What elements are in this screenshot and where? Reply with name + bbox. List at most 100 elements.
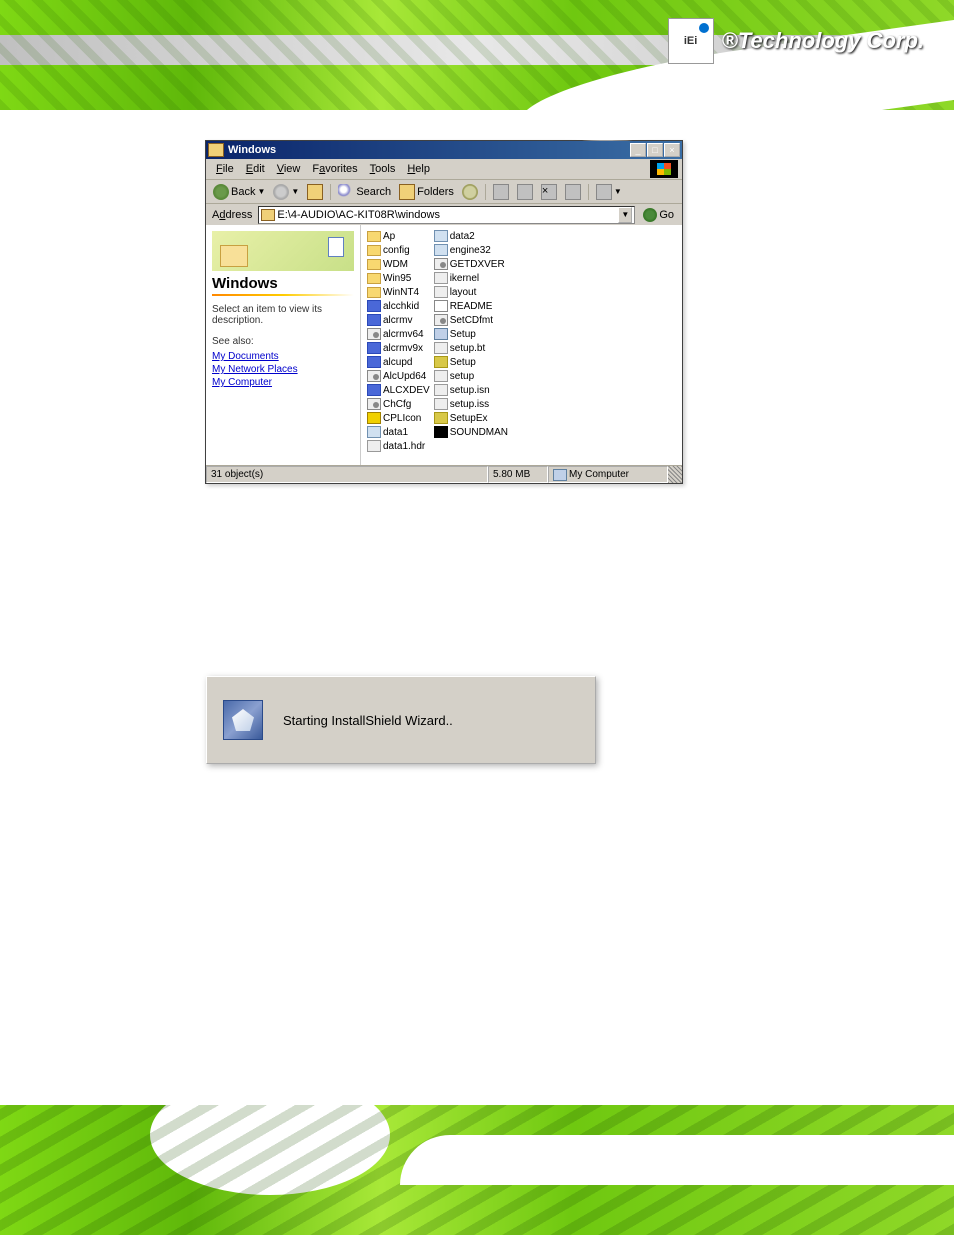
see-also-label: See also: — [212, 336, 354, 347]
file-item[interactable]: data2 — [434, 229, 508, 243]
file-item[interactable]: Win95 — [367, 271, 430, 285]
exe-icon — [367, 342, 381, 354]
file-item[interactable]: GETDXVER — [434, 257, 508, 271]
file-column: ApconfigWDMWin95WinNT4 alcchkidalcrmv alcr… — [367, 229, 430, 461]
go-arrow-icon — [643, 208, 657, 222]
info-pane-divider — [212, 294, 354, 296]
file-item[interactable]: alcrmv64 — [367, 327, 430, 341]
file-item[interactable]: data1.hdr — [367, 439, 430, 453]
history-icon — [462, 184, 478, 200]
setup-icon — [434, 328, 448, 340]
file-item[interactable]: WDM — [367, 257, 430, 271]
file-item[interactable]: ALCXDEV — [367, 383, 430, 397]
search-button[interactable]: Search — [335, 182, 394, 202]
brand-logo-dot-icon — [699, 23, 709, 33]
go-label: Go — [659, 209, 674, 221]
link-my-network-places[interactable]: My Network Places — [212, 364, 354, 375]
minimize-button[interactable]: _ — [630, 143, 646, 157]
file-item[interactable]: setup.bt — [434, 341, 508, 355]
file-item[interactable]: setup — [434, 369, 508, 383]
file-name: alcchkid — [383, 301, 419, 312]
file-item[interactable]: SOUNDMAN — [434, 425, 508, 439]
back-arrow-icon — [213, 184, 229, 200]
forward-button[interactable]: ▼ — [270, 182, 302, 202]
gen-icon — [434, 342, 448, 354]
menu-edit[interactable]: Edit — [240, 161, 271, 177]
folder-icon — [208, 143, 224, 157]
views-icon — [596, 184, 612, 200]
file-item[interactable]: Setup — [434, 327, 508, 341]
exe-icon — [367, 356, 381, 368]
moveto-button[interactable] — [490, 182, 512, 202]
status-size: 5.80 MB — [488, 466, 548, 483]
menu-file[interactable]: File — [210, 161, 240, 177]
address-input[interactable] — [277, 209, 616, 221]
go-button[interactable]: Go — [639, 208, 678, 222]
maximize-button[interactable]: □ — [647, 143, 663, 157]
search-icon — [338, 184, 354, 200]
copyto-icon — [517, 184, 533, 200]
history-button[interactable] — [459, 182, 481, 202]
file-item[interactable]: layout — [434, 285, 508, 299]
file-item[interactable]: alcupd — [367, 355, 430, 369]
views-button[interactable]: ▼ — [593, 182, 625, 202]
windows-flag-icon — [650, 160, 678, 178]
file-column: data2engine32GETDXVERikernellayoutREADME… — [434, 229, 508, 461]
file-item[interactable]: README — [434, 299, 508, 313]
footer-banner — [0, 1105, 954, 1235]
file-item[interactable]: data1 — [367, 425, 430, 439]
file-item[interactable]: SetCDfmt — [434, 313, 508, 327]
folders-button[interactable]: Folders — [396, 182, 457, 202]
dll-icon — [434, 356, 448, 368]
installshield-dialog: Starting InstallShield Wizard.. — [206, 676, 596, 764]
file-item[interactable]: config — [367, 243, 430, 257]
file-item[interactable]: alcchkid — [367, 299, 430, 313]
delete-button[interactable]: × — [538, 182, 560, 202]
file-item[interactable]: ChCfg — [367, 397, 430, 411]
file-item[interactable]: WinNT4 — [367, 285, 430, 299]
window-controls: _ □ × — [630, 143, 680, 157]
folder-icon — [261, 209, 275, 221]
close-button[interactable]: × — [664, 143, 680, 157]
file-item[interactable]: SetupEx — [434, 411, 508, 425]
installshield-icon — [223, 700, 263, 740]
file-item[interactable]: Setup — [434, 355, 508, 369]
back-button[interactable]: Back▼ — [210, 182, 268, 202]
up-button[interactable] — [304, 182, 326, 202]
file-item[interactable]: alcrmv — [367, 313, 430, 327]
resize-grip-icon[interactable] — [668, 466, 682, 483]
link-my-documents[interactable]: My Documents — [212, 351, 354, 362]
file-name: Setup — [450, 329, 476, 340]
link-my-computer[interactable]: My Computer — [212, 377, 354, 388]
folders-icon — [399, 184, 415, 200]
brand-logo-area: iEi ®Technology Corp. — [668, 18, 924, 64]
info-pane-title: Windows — [212, 275, 354, 292]
file-item[interactable]: AlcUpd64 — [367, 369, 430, 383]
config-icon — [367, 328, 381, 340]
titlebar[interactable]: Windows _ □ × — [206, 141, 682, 159]
file-item[interactable]: engine32 — [434, 243, 508, 257]
file-item[interactable]: setup.iss — [434, 397, 508, 411]
file-name: alcrmv64 — [383, 329, 424, 340]
data-icon — [434, 230, 448, 242]
delete-icon: × — [541, 184, 557, 200]
address-dropdown-button[interactable]: ▼ — [618, 207, 632, 223]
gen-icon — [434, 272, 448, 284]
installshield-message: Starting InstallShield Wizard.. — [283, 713, 453, 728]
folder-icon — [367, 287, 381, 298]
status-location: My Computer — [548, 466, 668, 483]
menu-help[interactable]: Help — [401, 161, 436, 177]
address-label: Address — [210, 209, 254, 221]
menu-favorites[interactable]: Favorites — [306, 161, 363, 177]
menu-view[interactable]: View — [271, 161, 307, 177]
file-item[interactable]: ikernel — [434, 271, 508, 285]
menu-tools[interactable]: Tools — [364, 161, 402, 177]
file-item[interactable]: setup.isn — [434, 383, 508, 397]
copyto-button[interactable] — [514, 182, 536, 202]
file-item[interactable]: Ap — [367, 229, 430, 243]
file-item[interactable]: CPLIcon — [367, 411, 430, 425]
undo-button[interactable] — [562, 182, 584, 202]
file-item[interactable]: alcrmv9x — [367, 341, 430, 355]
header-banner: iEi ®Technology Corp. — [0, 0, 954, 110]
back-label: Back — [231, 186, 255, 198]
